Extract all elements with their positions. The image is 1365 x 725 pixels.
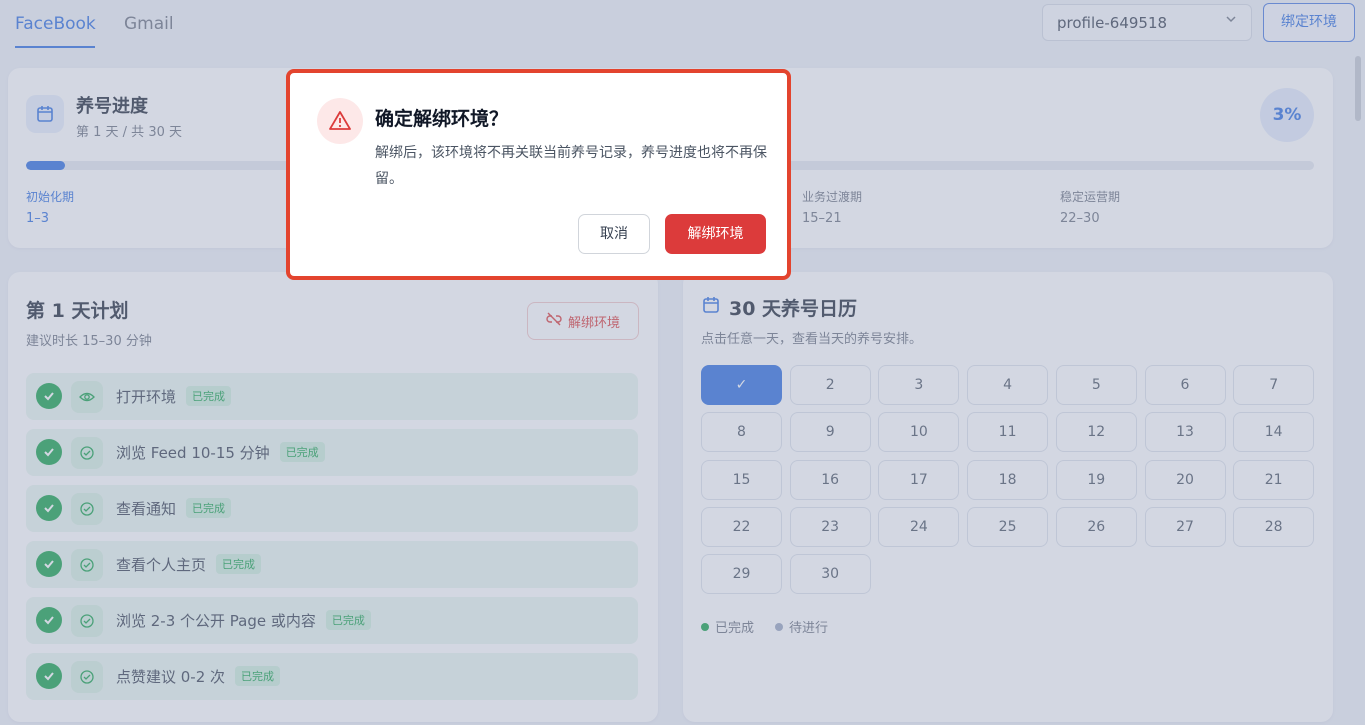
- dialog-title: 确定解绑环境？: [375, 108, 509, 130]
- app-root: FaceBook Gmail profile-649518 绑定环境 养号进度 …: [0, 0, 1365, 725]
- dialog-message: 解绑后，该环境将不再关联当前养号记录，养号进度也将不再保留。: [375, 145, 767, 187]
- confirm-unbind-dialog: 确定解绑环境？ 解绑后，该环境将不再关联当前养号记录，养号进度也将不再保留。 取…: [286, 69, 791, 280]
- confirm-unbind-button[interactable]: 解绑环境: [665, 214, 766, 254]
- cancel-button[interactable]: 取消: [578, 214, 650, 254]
- warning-icon: [317, 98, 363, 144]
